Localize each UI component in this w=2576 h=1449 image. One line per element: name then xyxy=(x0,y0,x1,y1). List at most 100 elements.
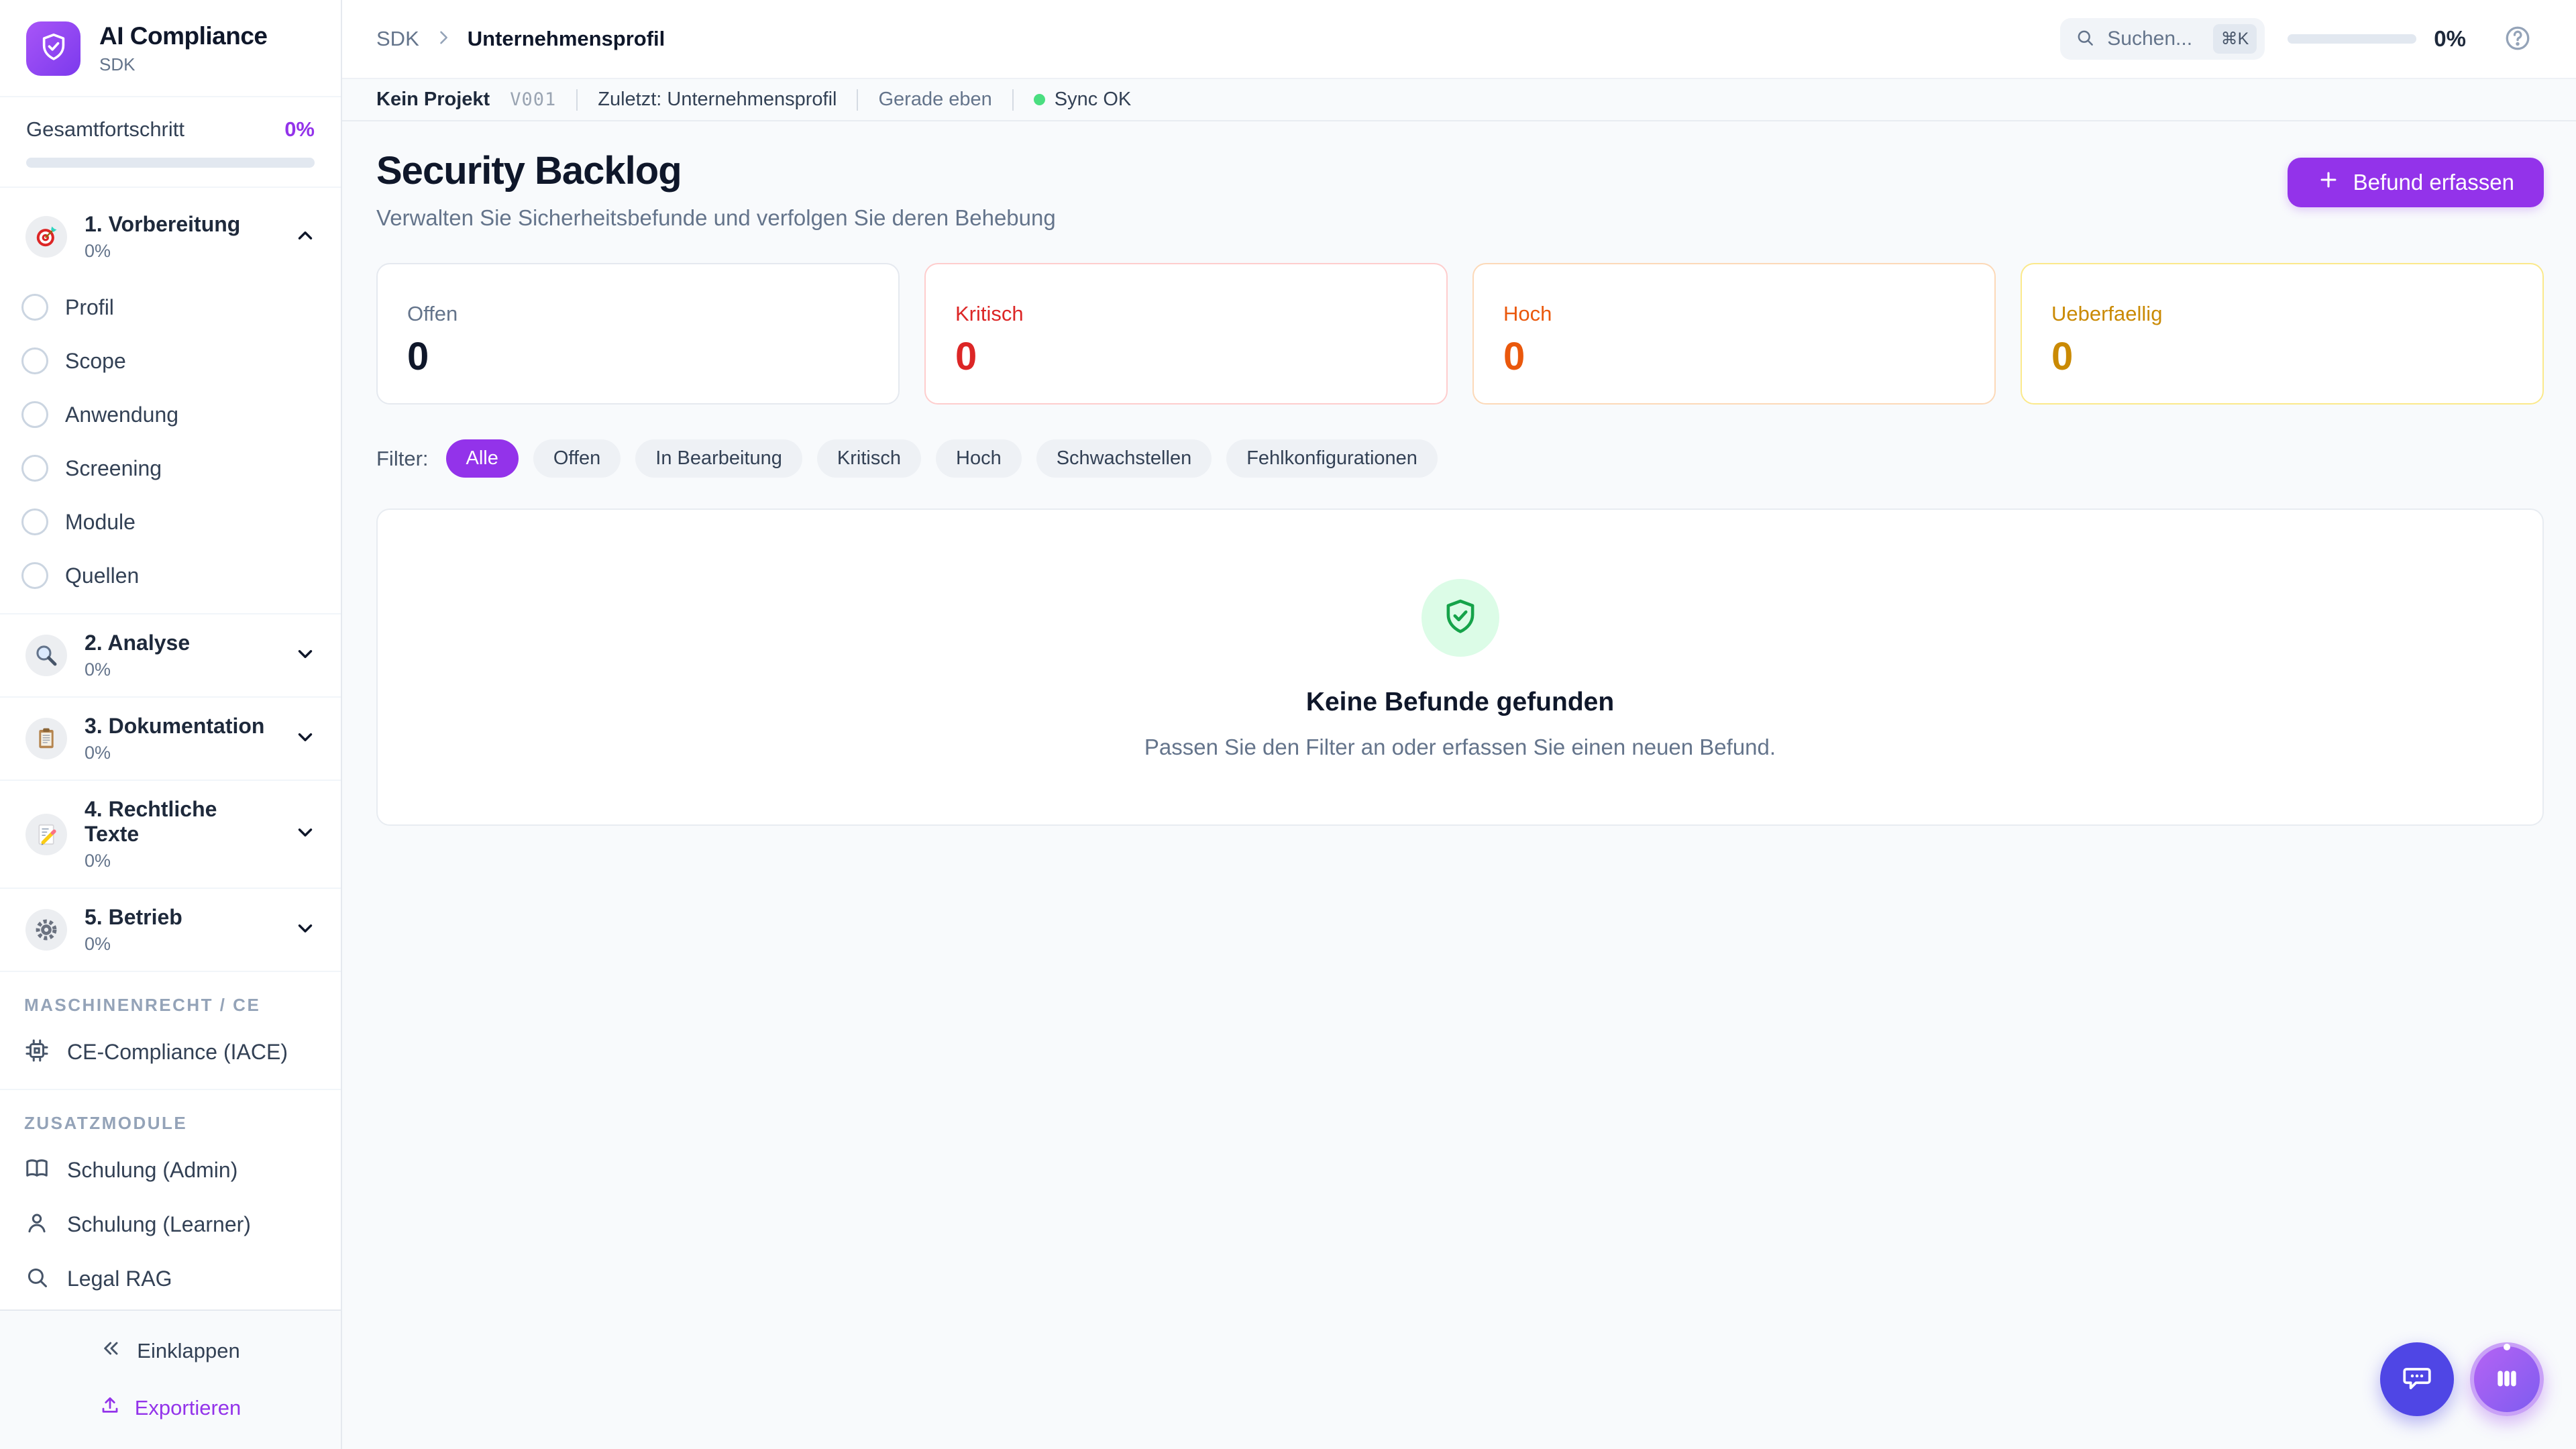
phase-percent: 0% xyxy=(85,851,276,871)
cpu-icon xyxy=(24,1038,50,1067)
chat-fab-button[interactable] xyxy=(2380,1342,2454,1416)
step-radio-icon xyxy=(21,455,48,482)
gear-icon xyxy=(25,909,67,951)
sidebar-phase-betrieb[interactable]: 5. Betrieb 0% xyxy=(0,889,341,971)
search-icon xyxy=(2075,28,2095,51)
sidebar-item-legal-rag[interactable]: Legal RAG xyxy=(0,1252,341,1306)
double-chevron-left-icon xyxy=(101,1338,122,1364)
sidebar-footer: Einklappen Exportieren xyxy=(0,1309,341,1449)
phase-subitems: Profil Scope Anwendung Screening Module xyxy=(0,278,341,613)
brand-subtitle: SDK xyxy=(99,54,268,75)
collapse-sidebar-button[interactable]: Einklappen xyxy=(87,1330,253,1373)
step-radio-icon xyxy=(21,401,48,428)
main-area: SDK Unternehmensprofil Suchen... ⌘K 0% xyxy=(342,0,2576,1449)
filter-chip-offen[interactable]: Offen xyxy=(533,439,621,478)
status-bar: Kein Projekt V001 Zuletzt: Unternehmensp… xyxy=(342,79,2576,121)
phase-percent: 0% xyxy=(85,934,276,955)
memo-pencil-icon xyxy=(25,814,67,855)
findings-empty-panel: Keine Befunde gefunden Passen Sie den Fi… xyxy=(376,508,2544,826)
overall-progress: Gesamtfortschritt 0% xyxy=(0,97,341,188)
search-input[interactable]: Suchen... ⌘K xyxy=(2060,18,2265,60)
breadcrumb: SDK Unternehmensprofil xyxy=(376,27,665,51)
section-header-zusatzmodule: ZUSATZMODULE xyxy=(0,1090,341,1143)
chevron-right-icon xyxy=(434,28,453,50)
topbar-progress-value: 0% xyxy=(2434,26,2466,52)
sidebar-phase-dokumentation[interactable]: 3. Dokumentation 0% xyxy=(0,698,341,780)
breadcrumb-root[interactable]: SDK xyxy=(376,27,419,51)
chevron-down-icon xyxy=(294,643,317,669)
step-radio-icon xyxy=(21,562,48,589)
empty-state-title: Keine Befunde gefunden xyxy=(1306,688,1614,717)
filter-chip-fehlkonfigurationen[interactable]: Fehlkonfigurationen xyxy=(1226,439,1438,478)
chevron-down-icon xyxy=(294,917,317,943)
add-finding-button[interactable]: Befund erfassen xyxy=(2288,158,2544,207)
sync-status: Sync OK xyxy=(1034,89,1131,111)
brand-title: AI Compliance xyxy=(99,22,268,50)
sidebar-phase-vorbereitung[interactable]: 1. Vorbereitung 0% xyxy=(0,196,341,278)
search-placeholder: Suchen... xyxy=(2107,28,2200,50)
notification-dot xyxy=(2504,1344,2510,1350)
sidebar-item-module[interactable]: Module xyxy=(0,495,341,549)
brand-header: AI Compliance SDK xyxy=(0,0,341,97)
plus-icon xyxy=(2317,168,2340,197)
shield-check-icon xyxy=(38,32,69,66)
sidebar-phase-analyse[interactable]: 2. Analyse 0% xyxy=(0,614,341,696)
filter-bar: Filter: Alle Offen In Bearbeitung Kritis… xyxy=(376,439,2544,478)
sidebar-item-profil[interactable]: Profil xyxy=(0,280,341,334)
sidebar-item-ce-compliance[interactable]: CE-Compliance (IACE) xyxy=(0,1025,341,1079)
chat-bubble-icon xyxy=(2400,1362,2434,1397)
topbar-progress-bar xyxy=(2288,34,2416,44)
last-updated: Gerade eben xyxy=(878,89,991,111)
breadcrumb-current: Unternehmensprofil xyxy=(468,27,665,51)
phase-percent: 0% xyxy=(85,241,276,262)
sidebar-item-schulung-learner[interactable]: Schulung (Learner) xyxy=(0,1197,341,1252)
shield-check-icon xyxy=(1441,597,1480,639)
phase-percent: 0% xyxy=(85,743,276,763)
chevron-down-icon xyxy=(294,726,317,752)
filter-chip-kritisch[interactable]: Kritisch xyxy=(817,439,921,478)
page-header: Security Backlog Verwalten Sie Sicherhei… xyxy=(376,148,2544,231)
filter-chip-schwachstellen[interactable]: Schwachstellen xyxy=(1036,439,1212,478)
phase-label: 2. Analyse xyxy=(85,631,276,655)
empty-state-icon-circle xyxy=(1421,579,1499,657)
brand-text: AI Compliance SDK xyxy=(99,22,268,75)
app-root: AI Compliance SDK Gesamtfortschritt 0% 1… xyxy=(0,0,2576,1449)
divider xyxy=(857,89,858,111)
upload-icon xyxy=(100,1395,120,1421)
sidebar-phase-rechtliche-texte[interactable]: 4. Rechtliche Texte 0% xyxy=(0,781,341,888)
clipboard-icon xyxy=(25,718,67,759)
filter-chip-hoch[interactable]: Hoch xyxy=(936,439,1022,478)
chevron-up-icon xyxy=(294,224,317,250)
stat-card-ueberfaellig: Ueberfaellig 0 xyxy=(2021,263,2544,405)
export-button[interactable]: Exportieren xyxy=(87,1387,255,1429)
sidebar-item-schulung-admin[interactable]: Schulung (Admin) xyxy=(0,1143,341,1197)
page-header-text: Security Backlog Verwalten Sie Sicherhei… xyxy=(376,148,1056,231)
help-button[interactable] xyxy=(2504,24,2532,54)
overall-progress-bar xyxy=(26,158,315,168)
stat-card-hoch: Hoch 0 xyxy=(1472,263,1996,405)
floating-actions xyxy=(2380,1342,2544,1416)
filter-chip-in-bearbeitung[interactable]: In Bearbeitung xyxy=(635,439,802,478)
section-header-maschinenrecht: MASCHINENRECHT / CE xyxy=(0,972,341,1025)
stat-card-kritisch: Kritisch 0 xyxy=(924,263,1448,405)
app-logo xyxy=(26,21,80,76)
person-icon xyxy=(24,1210,50,1239)
filter-chip-alle[interactable]: Alle xyxy=(446,439,519,478)
filter-label: Filter: xyxy=(376,447,429,471)
kanban-board-fab-button[interactable] xyxy=(2470,1342,2544,1416)
version-tag: V001 xyxy=(510,89,556,110)
sidebar-nav: 1. Vorbereitung 0% Profil Scope xyxy=(0,188,341,1309)
sidebar-item-screening[interactable]: Screening xyxy=(0,441,341,495)
page-title: Security Backlog xyxy=(376,148,1056,193)
sidebar-item-anwendung[interactable]: Anwendung xyxy=(0,388,341,441)
magnifier-icon xyxy=(25,635,67,676)
sync-ok-dot xyxy=(1034,94,1045,105)
chevron-down-icon xyxy=(294,821,317,847)
search-icon xyxy=(24,1265,50,1293)
step-radio-icon xyxy=(21,508,48,535)
phase-percent: 0% xyxy=(85,659,276,680)
phase-label: 4. Rechtliche Texte xyxy=(85,797,276,847)
sidebar-item-quellen[interactable]: Quellen xyxy=(0,549,341,602)
sidebar-item-scope[interactable]: Scope xyxy=(0,334,341,388)
question-circle-icon xyxy=(2504,24,2532,54)
